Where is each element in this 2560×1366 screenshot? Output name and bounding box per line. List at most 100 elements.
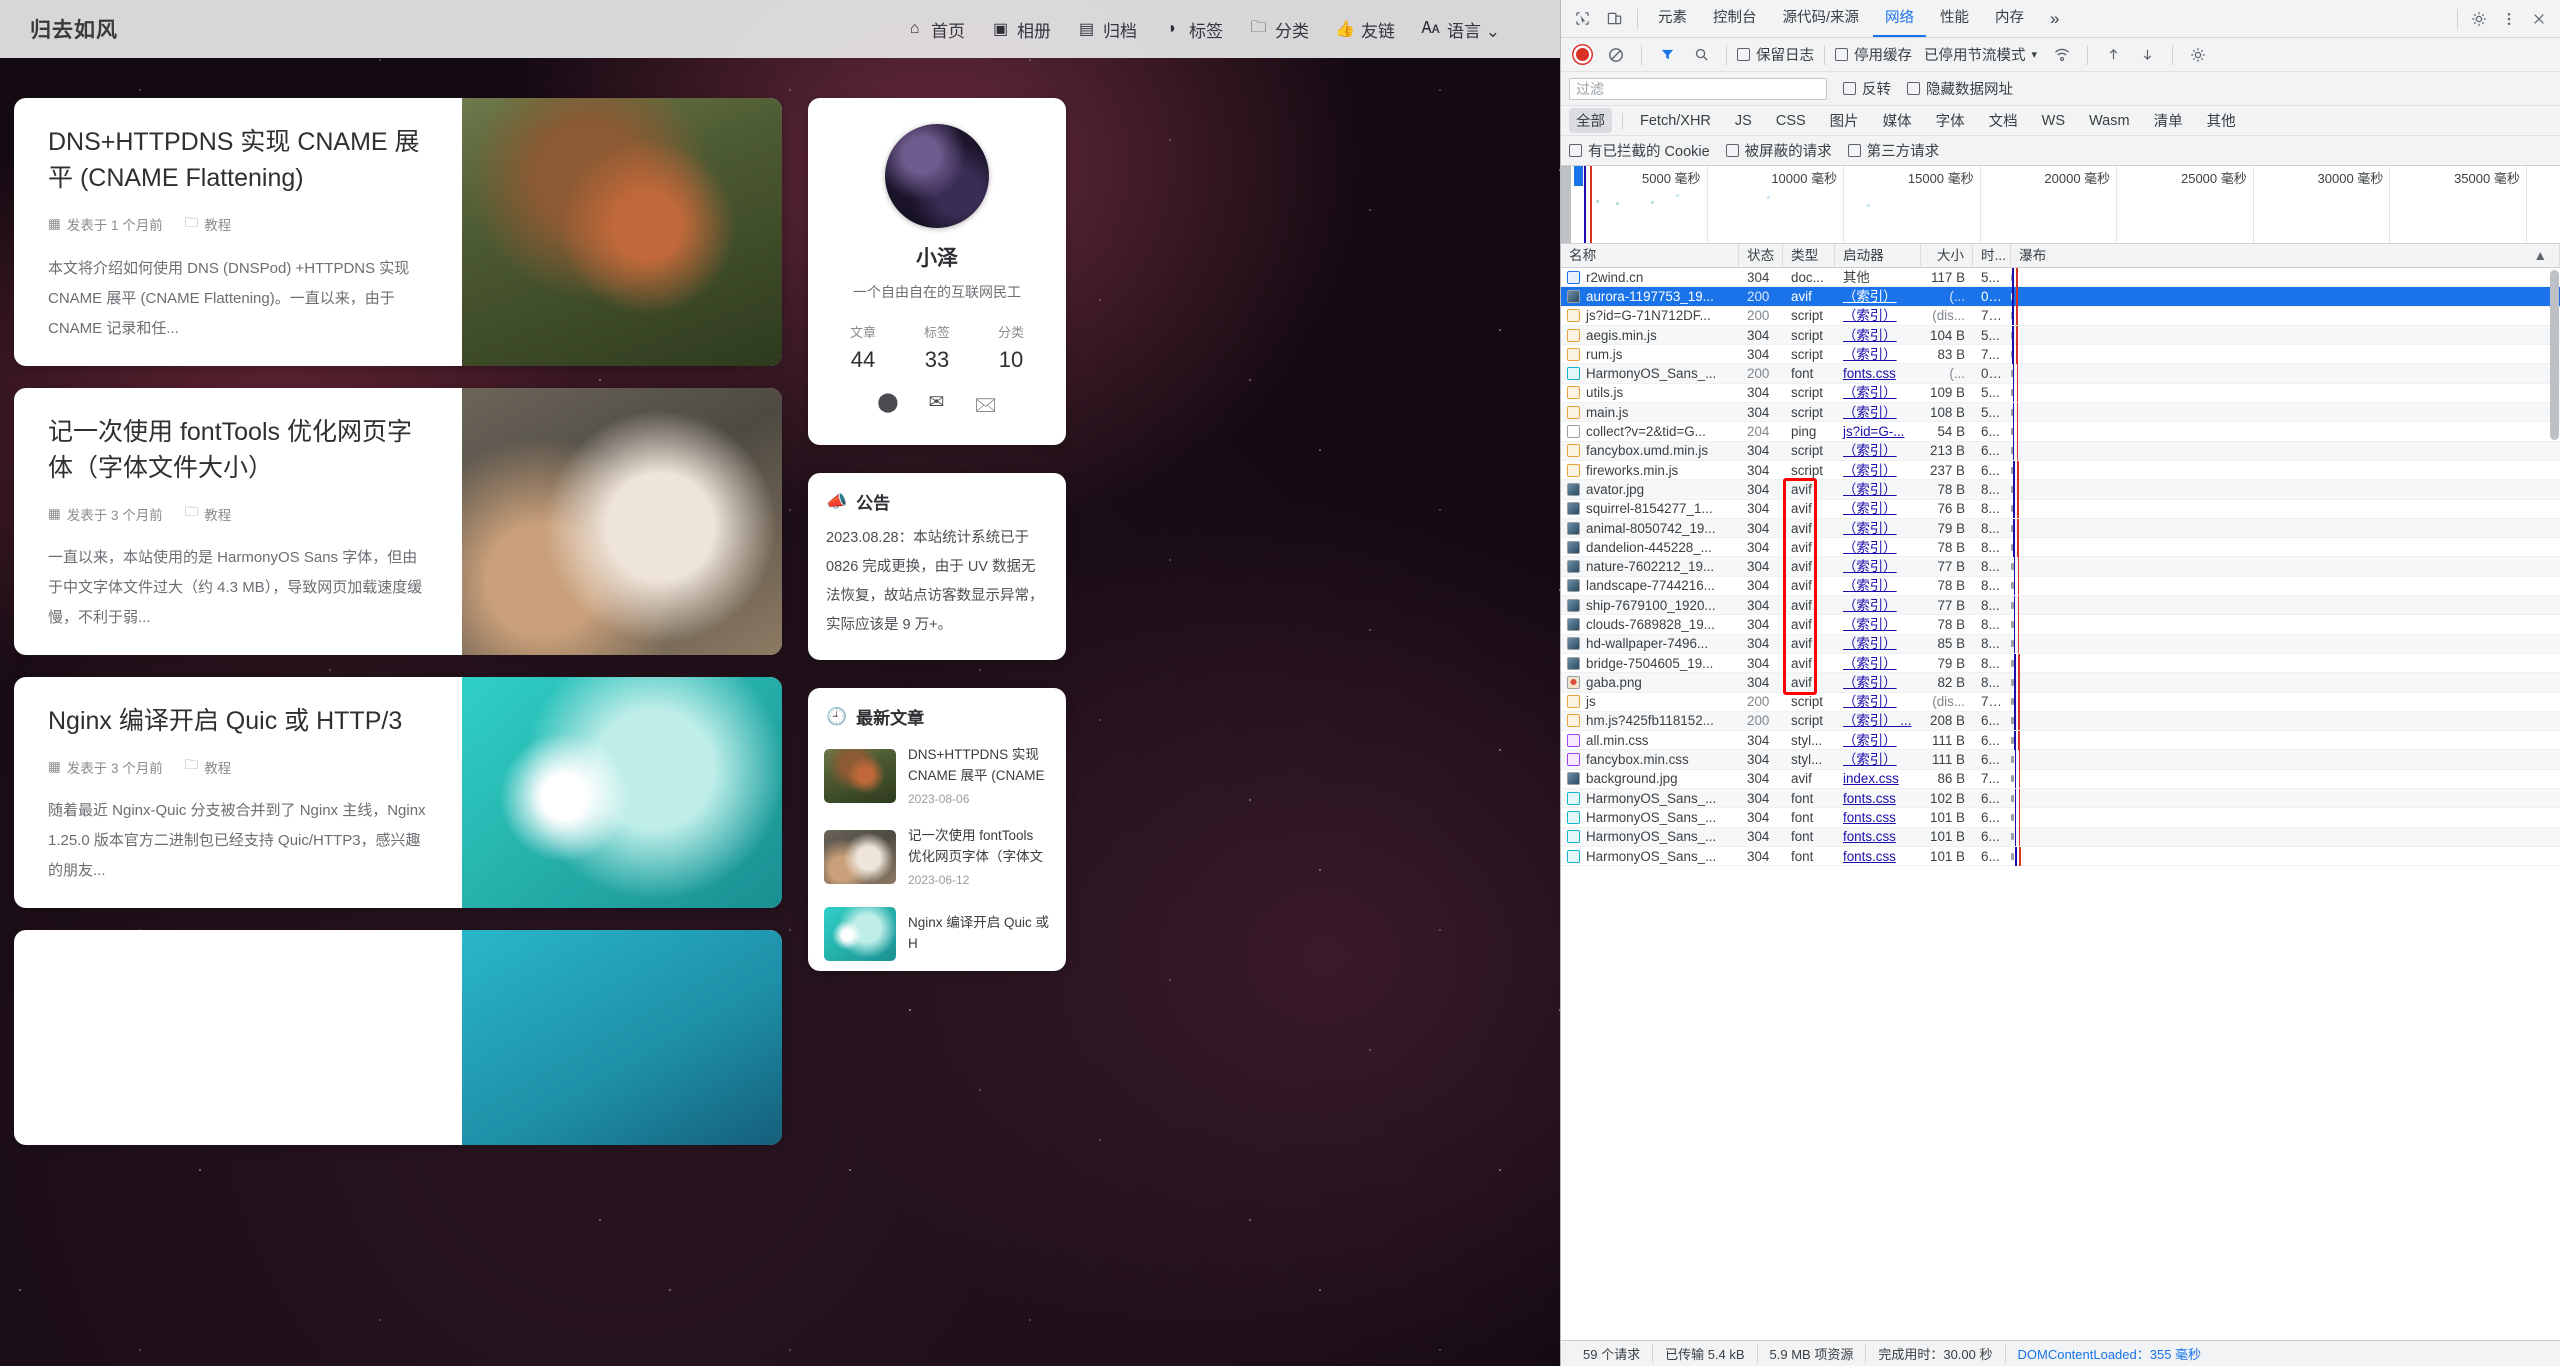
table-row[interactable]: HarmonyOS_Sans_...304fontfonts.css101 B6… [1561, 847, 2560, 866]
tab-memory[interactable]: 内存 [1983, 0, 2036, 37]
type-filter-wasm[interactable]: Wasm [2082, 111, 2137, 131]
cell-initiator[interactable]: （索引） ... [1835, 711, 1921, 730]
initiator-link[interactable]: （索引） [1843, 289, 1897, 304]
rss-icon[interactable]: 🖂 [974, 391, 996, 423]
cell-initiator[interactable]: （索引） [1835, 673, 1921, 692]
cell-initiator[interactable]: （索引） [1835, 306, 1921, 325]
post-category[interactable]: 🗀教程 [185, 755, 232, 778]
table-row[interactable]: js?id=G-71N712DF...200script（索引）(dis...7… [1561, 307, 2560, 326]
initiator-link[interactable]: （索引） [1843, 308, 1897, 323]
cell-name[interactable]: HarmonyOS_Sans_... [1561, 847, 1739, 866]
initiator-link[interactable]: （索引） [1843, 443, 1897, 458]
type-filter-ws[interactable]: WS [2035, 111, 2072, 131]
github-icon[interactable]: ⬤ [877, 391, 898, 423]
initiator-link[interactable]: （索引） ... [1843, 713, 1911, 728]
type-filter-fetch-xhr[interactable]: Fetch/XHR [1633, 111, 1718, 131]
cell-initiator[interactable]: （索引） [1835, 731, 1921, 750]
post-category[interactable]: 🗀教程 [185, 502, 232, 525]
type-filter-css[interactable]: CSS [1769, 111, 1813, 131]
cell-initiator[interactable]: （索引） [1835, 576, 1921, 595]
close-icon[interactable] [2524, 5, 2554, 33]
cell-name[interactable]: fancybox.umd.min.js [1561, 441, 1739, 460]
table-scrollbar-thumb[interactable] [2550, 270, 2559, 440]
cell-initiator[interactable]: （索引） [1835, 287, 1921, 306]
initiator-link[interactable]: （索引） [1843, 328, 1897, 343]
throttling-dropdown[interactable]: 已停用节流模式 ▾ [1924, 44, 2037, 65]
stat-categories[interactable]: 分类 10 [998, 322, 1024, 373]
inspect-element-icon[interactable] [1567, 5, 1597, 33]
initiator-link[interactable]: （索引） [1843, 385, 1897, 400]
cell-name[interactable]: aurora-1197753_19... [1561, 287, 1739, 306]
table-row[interactable]: all.min.css304styl...（索引）111 B6... [1561, 731, 2560, 750]
nav-item-home[interactable]: ⌂首页 [905, 17, 965, 42]
nav-item-language[interactable]: 🗛语言 ⌄ [1421, 17, 1500, 42]
cell-initiator[interactable]: 其他 [1835, 268, 1921, 287]
third-party-requests-checkbox[interactable]: 第三方请求 [1848, 140, 1940, 161]
column-header-type[interactable]: 类型 [1783, 244, 1835, 268]
cell-initiator[interactable]: fonts.css [1835, 808, 1921, 827]
initiator-link[interactable]: （索引） [1843, 694, 1897, 709]
email-icon[interactable]: ✉ [929, 391, 945, 423]
initiator-link[interactable]: （索引） [1843, 656, 1897, 671]
post-card[interactable]: DNS+HTTPDNS 实现 CNAME 展平 (CNAME Flattenin… [14, 98, 782, 366]
network-settings-gear-icon[interactable] [2183, 41, 2213, 69]
table-row[interactable]: gaba.png304avif（索引）82 B8... [1561, 673, 2560, 692]
initiator-link[interactable]: （索引） [1843, 521, 1897, 536]
tab-elements[interactable]: 元素 [1646, 0, 1699, 37]
type-filter-doc[interactable]: 文档 [1982, 108, 2025, 133]
cell-name[interactable]: HarmonyOS_Sans_... [1561, 808, 1739, 827]
column-header-name[interactable]: 名称 [1561, 244, 1739, 268]
cell-name[interactable]: aegis.min.js [1561, 326, 1739, 345]
cell-name[interactable]: clouds-7689828_19... [1561, 615, 1739, 634]
type-filter-manifest[interactable]: 清单 [2147, 108, 2190, 133]
search-icon[interactable] [1686, 41, 1716, 69]
cell-initiator[interactable]: （索引） [1835, 519, 1921, 538]
cell-name[interactable]: dandelion-445228_... [1561, 538, 1739, 557]
cell-initiator[interactable]: （索引） [1835, 615, 1921, 634]
hide-data-urls-checkbox[interactable]: 隐藏数据网址 [1907, 78, 2013, 99]
table-row[interactable]: js200script（索引）(dis...7 ... [1561, 693, 2560, 712]
table-row[interactable]: fancybox.min.css304styl...（索引）111 B6... [1561, 750, 2560, 769]
tab-console[interactable]: 控制台 [1701, 0, 1769, 37]
cell-name[interactable]: js?id=G-71N712DF... [1561, 306, 1739, 325]
post-card[interactable] [14, 930, 782, 1145]
nav-item-archive[interactable]: ▤归档 [1077, 17, 1137, 42]
cell-name[interactable]: squirrel-8154277_1... [1561, 499, 1739, 518]
cell-initiator[interactable]: fonts.css [1835, 847, 1921, 866]
initiator-link[interactable]: （索引） [1843, 347, 1897, 362]
blocked-cookies-checkbox[interactable]: 有已拦截的 Cookie [1569, 140, 1710, 161]
cell-name[interactable]: bridge-7504605_19... [1561, 654, 1739, 673]
table-row[interactable]: ship-7679100_1920...304avif（索引）77 B8... [1561, 596, 2560, 615]
network-conditions-icon[interactable] [2047, 41, 2077, 69]
cell-initiator[interactable]: fonts.css [1835, 827, 1921, 846]
record-button[interactable] [1567, 41, 1597, 69]
table-row[interactable]: hd-wallpaper-7496...304avif（索引）85 B8... [1561, 635, 2560, 654]
post-card[interactable]: Nginx 编译开启 Quic 或 HTTP/3 ▦发表于 3 个月前 🗀教程 … [14, 677, 782, 908]
cell-initiator[interactable]: （索引） [1835, 480, 1921, 499]
table-row[interactable]: r2wind.cn304doc...其他117 B5... [1561, 268, 2560, 287]
table-row[interactable]: nature-7602212_19...304avif（索引）77 B8... [1561, 557, 2560, 576]
gear-icon[interactable] [2464, 5, 2494, 33]
table-row[interactable]: avator.jpg304avif（索引）78 B8... [1561, 480, 2560, 499]
disable-cache-checkbox[interactable]: 停用缓存 [1835, 44, 1912, 65]
cell-name[interactable]: fancybox.min.css [1561, 750, 1739, 769]
table-row[interactable]: dandelion-445228_...304avif（索引）78 B8... [1561, 538, 2560, 557]
table-row[interactable]: fancybox.umd.min.js304script（索引）213 B6..… [1561, 442, 2560, 461]
recent-post-item[interactable]: Nginx 编译开启 Quic 或 H [808, 897, 1066, 971]
cell-initiator[interactable]: fonts.css [1835, 364, 1921, 383]
cell-name[interactable]: utils.js [1561, 383, 1739, 402]
initiator-link[interactable]: （索引） [1843, 540, 1897, 555]
table-row[interactable]: hm.js?425fb118152...200script（索引） ...208… [1561, 712, 2560, 731]
initiator-link[interactable]: fonts.css [1843, 810, 1896, 825]
tab-sources[interactable]: 源代码/来源 [1771, 0, 1872, 37]
type-filter-img[interactable]: 图片 [1823, 108, 1866, 133]
table-row[interactable]: collect?v=2&tid=G...204pingjs?id=G-...54… [1561, 422, 2560, 441]
post-title[interactable]: Nginx 编译开启 Quic 或 HTTP/3 [48, 703, 430, 739]
cell-initiator[interactable]: （索引） [1835, 461, 1921, 480]
site-brand[interactable]: 归去如风 [30, 14, 118, 44]
recent-post-item[interactable]: DNS+HTTPDNS 实现 CNAME 展平 (CNAME Flatte...… [808, 735, 1066, 816]
export-har-icon[interactable] [2132, 41, 2162, 69]
nav-item-tags[interactable]: ◗标签 [1163, 17, 1223, 42]
table-row[interactable]: HarmonyOS_Sans_...200fontfonts.css(...0 … [1561, 364, 2560, 383]
stat-tags[interactable]: 标签 33 [924, 322, 950, 373]
